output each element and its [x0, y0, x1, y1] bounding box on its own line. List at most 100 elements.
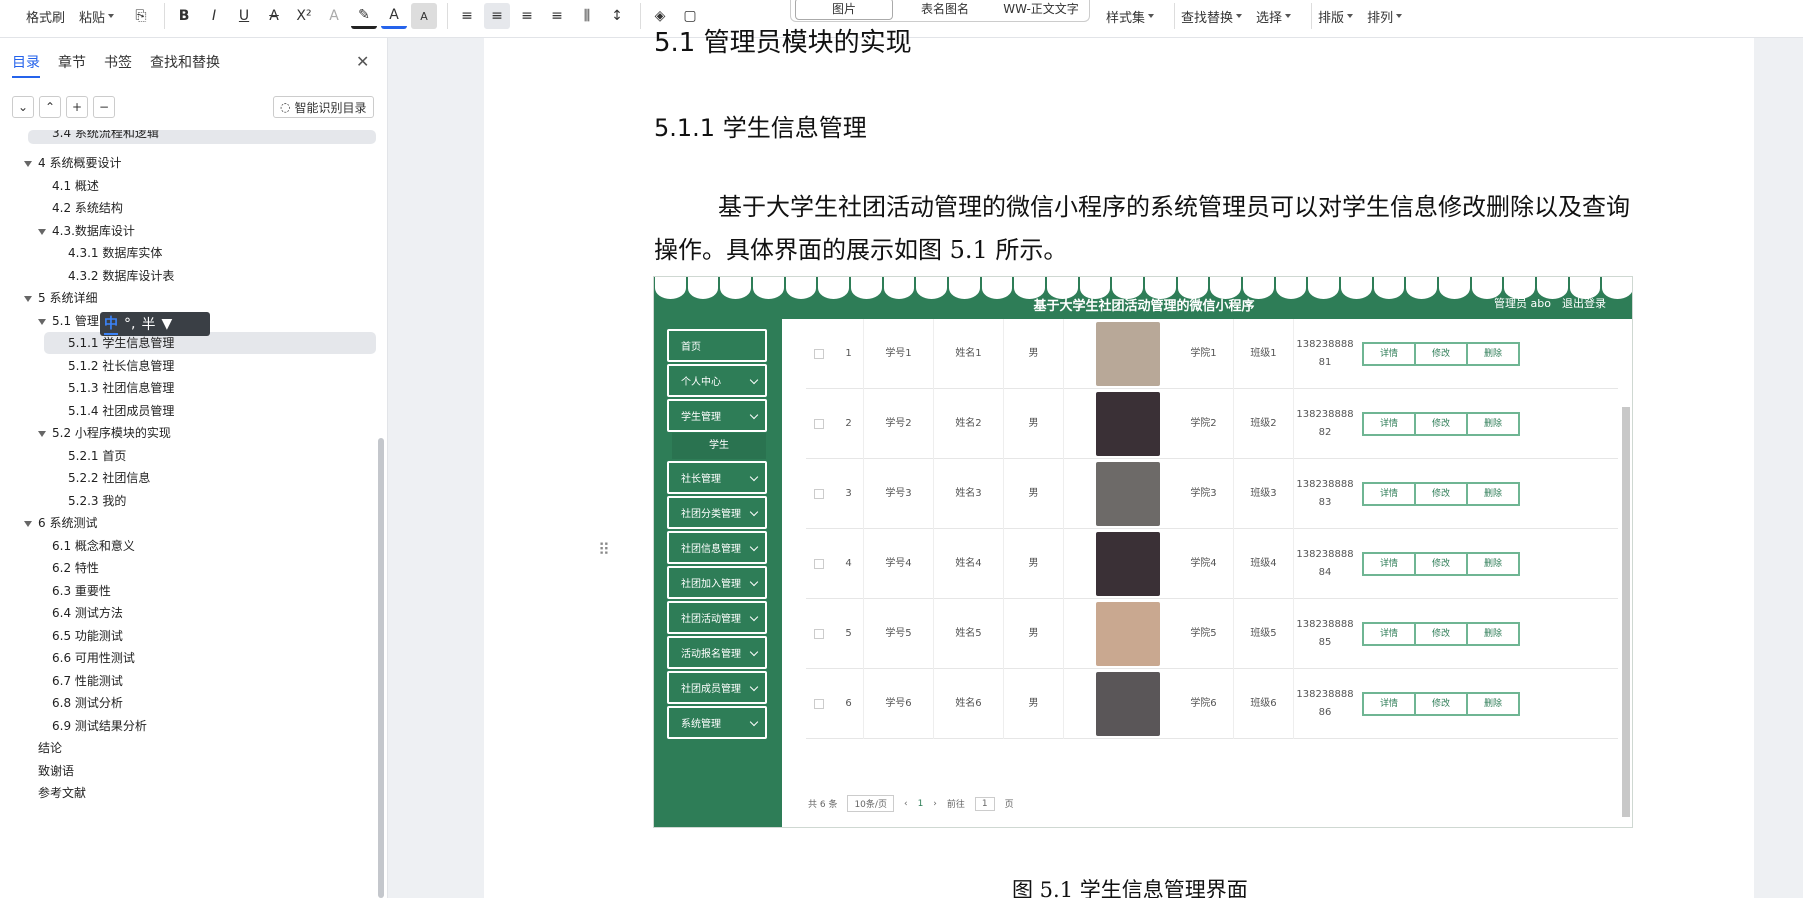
italic-button[interactable]: I	[201, 3, 227, 29]
toc-item-label: 3.4 系统流程和逻辑	[52, 130, 159, 140]
fig-app-title: 基于大学生社团活动管理的微信小程序	[1033, 299, 1255, 314]
toc-item[interactable]: 6.6 可用性测试	[52, 647, 135, 669]
fig-cell-cls: 班级6	[1234, 669, 1294, 739]
ime-status-bar[interactable]: 中 °, 半 ▼	[100, 312, 210, 336]
fig-action-button: 详情	[1362, 412, 1416, 436]
fig-menu-item: 社团成员管理	[667, 671, 767, 704]
fig-submenu-item: 学生	[672, 433, 766, 459]
toc-item[interactable]: 5 系统详细	[24, 287, 97, 309]
sidebar-scrollbar[interactable]	[378, 438, 384, 898]
paste-button[interactable]: 粘贴	[79, 7, 115, 26]
toc-item[interactable]: 6.5 功能测试	[52, 625, 123, 647]
find-replace-menu[interactable]: 查找替换	[1181, 7, 1243, 26]
styles-menu[interactable]: 样式集	[1106, 7, 1155, 26]
fig-action-button: 删除	[1466, 342, 1520, 366]
fig-student-photo	[1096, 602, 1160, 666]
fig-table-row: 1 学号1 姓名1 男 学院1 班级1 13823888881 详情 修改 删除	[806, 319, 1618, 389]
toc-item[interactable]: 5.2.2 社团信息	[68, 467, 150, 489]
toc-item[interactable]: 5.1.3 社团信息管理	[68, 377, 174, 399]
expand-triangle-icon[interactable]	[38, 318, 46, 325]
toc-item[interactable]: 5.1.2 社长信息管理	[68, 355, 174, 377]
fig-cell-phone: 13823888882	[1296, 409, 1354, 438]
toc-item[interactable]: 4.3.1 数据库实体	[68, 242, 162, 264]
tab-toc[interactable]: 目录	[12, 52, 40, 78]
toc-item[interactable]: 5.2 小程序模块的实现	[38, 422, 171, 444]
align-right-icon[interactable]: ≡	[514, 3, 540, 29]
toc-item[interactable]: 致谢语	[38, 760, 74, 782]
text-effect-icon[interactable]: A	[321, 3, 347, 29]
expand-icon[interactable]: ⌃	[39, 96, 61, 118]
fig-row-checkbox	[814, 559, 824, 569]
ime-mode[interactable]: 中	[104, 313, 118, 335]
toc-item[interactable]: 6.1 概念和意义	[52, 535, 135, 557]
expand-triangle-icon[interactable]	[24, 160, 32, 167]
close-icon[interactable]: ✕	[356, 52, 369, 71]
layout-menu[interactable]: 排版	[1318, 7, 1354, 26]
expand-triangle-icon[interactable]	[24, 295, 32, 302]
toc-item[interactable]: 5.1.4 社团成员管理	[68, 400, 174, 422]
toc-item[interactable]: 4.3.数据库设计	[38, 220, 135, 242]
tab-chapters[interactable]: 章节	[58, 52, 86, 78]
expand-triangle-icon[interactable]	[24, 520, 32, 527]
underline-button[interactable]: U	[231, 3, 257, 29]
superscript-button[interactable]: X²	[291, 3, 317, 29]
ime-width[interactable]: 半	[141, 314, 155, 334]
bold-button[interactable]: B	[171, 3, 197, 29]
align-center-icon[interactable]: ≡	[484, 3, 511, 29]
style-gallery[interactable]: 图片 表名图名 WW-正文文字	[790, 0, 1090, 22]
toc-item[interactable]: 5.2.1 首页	[68, 445, 126, 467]
tab-bookmarks[interactable]: 书签	[104, 52, 132, 78]
smart-toc-button[interactable]: ◌ 智能识别目录	[273, 96, 374, 118]
skin-icon[interactable]: ▼	[161, 316, 172, 332]
toc-item[interactable]: 3.4 系统流程和逻辑	[28, 130, 376, 144]
expand-triangle-icon[interactable]	[38, 430, 46, 437]
strikethrough-button[interactable]: A	[261, 3, 287, 29]
toc-item[interactable]: 4.1 概述	[52, 175, 99, 197]
toc-item[interactable]: 6.8 测试分析	[52, 692, 123, 714]
toc-item[interactable]: 4.3.2 数据库设计表	[68, 265, 174, 287]
drag-handle-icon[interactable]: ⠿	[598, 540, 610, 559]
add-icon[interactable]: +	[66, 96, 88, 118]
select-menu[interactable]: 选择	[1256, 7, 1292, 26]
align-left-icon[interactable]: ≡	[454, 3, 480, 29]
figure-caption: 图 5.1 学生信息管理界面	[1012, 878, 1248, 898]
toc-item[interactable]: 6.7 性能测试	[52, 670, 123, 692]
style-sample-caption[interactable]: 表名图名	[897, 0, 993, 17]
clipboard-icon[interactable]: ⎘	[128, 3, 154, 29]
fig-table-row: 3 学号3 姓名3 男 学院3 班级3 13823888883 详情 修改 删除	[806, 459, 1618, 529]
toc-item[interactable]: 5.2.3 我的	[68, 490, 126, 512]
fig-menu-item: 社团加入管理	[667, 566, 767, 599]
char-shading-icon[interactable]: A	[411, 3, 438, 29]
toc-item[interactable]: 6.3 重要性	[52, 580, 111, 602]
toc-item-label: 4.3.2 数据库设计表	[68, 269, 175, 283]
distributed-align-icon[interactable]: ⫼	[574, 3, 600, 29]
style-sample-body[interactable]: WW-正文文字	[993, 0, 1089, 17]
toolbar-divider	[447, 3, 449, 29]
fig-menu-item: 学生管理	[667, 399, 767, 432]
tab-find-replace[interactable]: 查找和替换	[150, 52, 220, 78]
collapse-icon[interactable]: ⌄	[12, 96, 34, 118]
toc-item[interactable]: 6.9 测试结果分析	[52, 715, 147, 737]
toc-item[interactable]: 6 系统测试	[24, 512, 97, 534]
line-spacing-icon[interactable]: ↕	[604, 3, 630, 29]
chevron-down-icon	[749, 577, 759, 587]
toc-item[interactable]: 6.2 特性	[52, 557, 99, 579]
arrange-menu[interactable]: 排列	[1367, 7, 1403, 26]
expand-triangle-icon[interactable]	[38, 228, 46, 235]
toc-item[interactable]: 结论	[38, 737, 62, 759]
toc-item-label: 6.7 性能测试	[52, 674, 123, 688]
highlight-icon[interactable]: ✎	[351, 3, 378, 29]
toc-item[interactable]: 4.2 系统结构	[52, 197, 123, 219]
toc-item[interactable]: 4 系统概要设计	[24, 152, 121, 174]
toc-item[interactable]: 参考文献	[38, 782, 86, 804]
remove-icon[interactable]: −	[93, 96, 115, 118]
style-sample-picture[interactable]: 图片	[795, 0, 893, 20]
chevron-down-icon	[1148, 14, 1155, 18]
align-justify-icon[interactable]: ≡	[544, 3, 570, 29]
fig-menu-item: 社长管理	[667, 461, 767, 494]
ime-punct[interactable]: °,	[124, 316, 135, 332]
format-painter-button[interactable]: 格式刷	[26, 7, 65, 26]
toc-item[interactable]: 6.4 测试方法	[52, 602, 123, 624]
font-color-icon[interactable]: A	[381, 3, 408, 29]
toc-item[interactable]: 5.1.1 学生信息管理	[44, 332, 376, 354]
